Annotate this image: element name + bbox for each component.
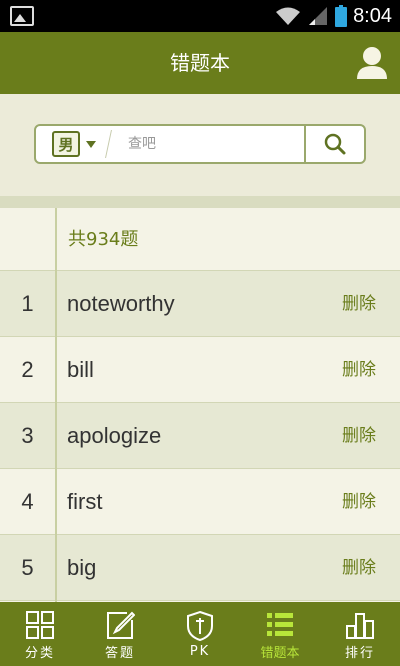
search-input[interactable] (128, 126, 304, 162)
nav-label: 分类 (24, 646, 55, 661)
item-number: 5 (21, 555, 34, 580)
list-item[interactable]: 2 bill 删除 (0, 337, 400, 403)
user-icon[interactable] (356, 46, 388, 80)
nav-label: 答题 (104, 646, 135, 661)
item-word[interactable]: apologize (67, 403, 161, 469)
search-area: 男 (0, 94, 400, 196)
nav-ranking[interactable]: 排行 (320, 602, 400, 666)
category-grid-icon (26, 611, 54, 639)
bottom-nav: 分类 答题 PK 错题本 排行 (0, 602, 400, 666)
list-header: 共934题 (0, 208, 400, 271)
question-count: 共934题 (68, 229, 139, 250)
list-item[interactable]: 5 big 删除 (0, 535, 400, 601)
page-title: 错题本 (170, 51, 230, 75)
pk-shield-icon (187, 610, 213, 642)
nav-answer[interactable]: 答题 (80, 602, 160, 666)
nav-pk[interactable]: PK (160, 602, 240, 666)
dictionary-icon: 男 (52, 131, 80, 157)
list-item[interactable]: 1 noteworthy 删除 (0, 271, 400, 337)
list-item[interactable]: 3 apologize 删除 (0, 403, 400, 469)
battery-icon (335, 5, 348, 27)
mistake-book-icon (267, 613, 293, 636)
item-number: 1 (21, 291, 34, 316)
item-word[interactable]: first (67, 469, 102, 535)
dictionary-selector[interactable]: 男 (36, 126, 108, 162)
item-word[interactable]: big (67, 535, 96, 601)
delete-button[interactable]: 删除 (342, 535, 376, 601)
clock: 8:04 (353, 4, 392, 27)
signal-icon (307, 6, 329, 26)
status-bar: 8:04 (0, 0, 400, 32)
search-icon (324, 133, 346, 155)
delete-button[interactable]: 删除 (342, 271, 376, 337)
delete-button[interactable]: 删除 (342, 469, 376, 535)
mistake-list: 共934题 1 noteworthy 删除 2 bill 删除 3 apolog… (0, 208, 400, 602)
item-number: 2 (21, 357, 34, 382)
delete-button[interactable]: 删除 (342, 337, 376, 403)
ranking-icon (346, 613, 374, 639)
item-word[interactable]: bill (67, 337, 94, 403)
delete-button[interactable]: 删除 (342, 403, 376, 469)
item-number: 3 (21, 423, 34, 448)
wifi-icon (275, 6, 301, 26)
item-number: 4 (21, 489, 34, 514)
image-notification-icon (10, 6, 34, 26)
nav-label: PK (189, 644, 211, 659)
answer-pencil-icon (107, 611, 135, 639)
list-item[interactable]: 4 first 删除 (0, 469, 400, 535)
nav-mistake-book[interactable]: 错题本 (240, 602, 320, 666)
divider (0, 196, 400, 208)
column-divider (55, 208, 57, 602)
search-button[interactable] (304, 126, 364, 162)
search-box: 男 (34, 124, 366, 164)
nav-category[interactable]: 分类 (0, 602, 80, 666)
caret-down-icon (86, 140, 96, 148)
nav-label: 排行 (344, 646, 375, 661)
title-bar: 错题本 (0, 32, 400, 94)
nav-label: 错题本 (260, 646, 300, 661)
item-word[interactable]: noteworthy (67, 271, 175, 337)
